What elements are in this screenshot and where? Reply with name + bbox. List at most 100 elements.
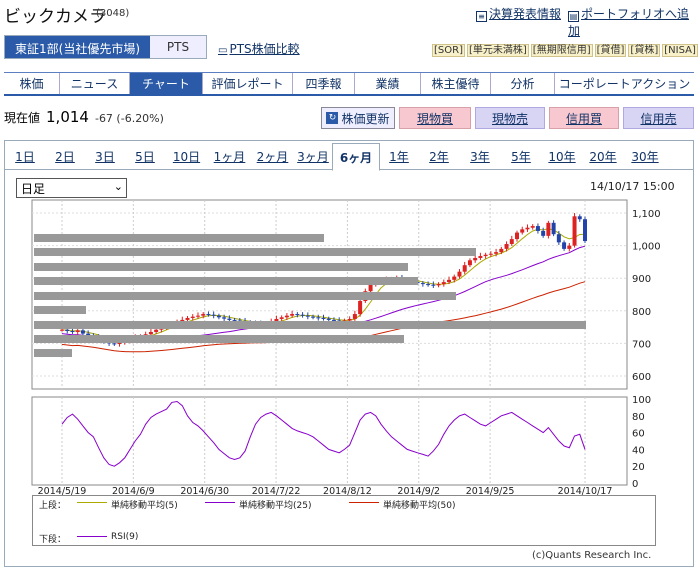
candle-body	[431, 284, 436, 286]
candle-body	[347, 318, 352, 321]
candle-body	[65, 329, 70, 331]
candle-body	[520, 229, 525, 233]
candle-body	[80, 330, 85, 334]
candle-body	[86, 333, 91, 336]
legend-ma5: 単純移動平均(5)	[111, 501, 178, 511]
price-tick-label: 1,100	[632, 209, 661, 220]
candle-body	[567, 245, 572, 249]
candle-body	[112, 343, 117, 345]
candle-body	[572, 216, 577, 246]
candle-body	[494, 252, 499, 254]
legend-rsi-swatch	[77, 536, 107, 537]
candle-body	[300, 314, 305, 316]
candle-body	[227, 318, 232, 320]
candle-body	[515, 232, 520, 240]
candle-body	[211, 314, 216, 316]
candle-body	[509, 239, 514, 244]
candle-body	[232, 319, 237, 321]
redacted-bar	[34, 263, 408, 271]
rsi-plot-area	[31, 396, 628, 486]
legend-ma50: 単純移動平均(50)	[383, 501, 456, 511]
candle-body	[447, 279, 452, 283]
credit: (c)Quants Research Inc.	[532, 550, 652, 561]
candle-body	[321, 317, 326, 319]
rsi-tick-label: 20	[632, 462, 645, 473]
redacted-bar	[34, 277, 418, 285]
redacted-bar	[34, 292, 456, 300]
price-tick-label: 800	[632, 307, 651, 318]
price-tick-label: 700	[632, 339, 651, 350]
candle-body	[206, 314, 211, 316]
candle-body	[75, 330, 80, 332]
candle-body	[216, 315, 221, 318]
candle-body	[290, 314, 295, 316]
candle-body	[368, 284, 373, 292]
candle-body	[436, 284, 441, 286]
price-tick-label: 600	[632, 372, 651, 383]
rsi-tick-label: 40	[632, 445, 645, 456]
candle-body	[546, 222, 551, 236]
legend-ma25: 単純移動平均(25)	[239, 501, 312, 511]
candle-body	[326, 318, 331, 320]
candle-body	[352, 314, 357, 319]
candle-body	[154, 329, 159, 332]
candle-body	[483, 254, 488, 257]
price-tick-label: 900	[632, 274, 651, 285]
candle-body	[530, 226, 535, 228]
legend-rsi: RSI(9)	[111, 532, 139, 542]
price-tick-label: 1,000	[632, 242, 661, 253]
candle-body	[60, 329, 64, 331]
stock-chart: 6007008009001,0001,1002014/5/19 2014/6/9 2…	[31, 199, 661, 497]
candle-body	[185, 317, 190, 320]
chart-legend: 上段： 下段： 単純移動平均(5) 単純移動平均(25) 単純移動平均(50) …	[32, 495, 656, 546]
redacted-bar	[34, 335, 404, 343]
candle-body	[577, 216, 582, 220]
candle-body	[70, 330, 75, 332]
legend-ma50-swatch	[349, 502, 379, 503]
redacted-bar	[34, 234, 324, 242]
rsi-tick-label: 80	[632, 412, 645, 423]
candle-body	[562, 242, 567, 249]
candle-body	[525, 227, 530, 230]
legend-upper-label: 上段：	[39, 501, 67, 511]
candle-body	[201, 314, 206, 316]
candle-body	[274, 318, 279, 322]
candle-body	[420, 283, 425, 285]
candle-body	[148, 331, 153, 335]
candle-body	[426, 284, 431, 286]
candle-body	[190, 316, 195, 318]
candle-body	[556, 234, 561, 243]
candle-body	[504, 243, 509, 249]
legend-ma5-swatch	[77, 502, 107, 503]
candle-body	[452, 276, 457, 280]
rsi-tick-label: 60	[632, 429, 645, 440]
candle-body	[222, 317, 227, 319]
candle-body	[478, 256, 483, 259]
candle-body	[499, 248, 504, 253]
rsi-tick-label: 0	[632, 479, 638, 490]
candle-body	[535, 226, 540, 231]
legend-lower-label: 下段：	[39, 535, 67, 545]
rsi-tick-label: 100	[632, 395, 651, 406]
candle-body	[295, 314, 300, 316]
candle-body	[473, 258, 478, 261]
candle-body	[279, 317, 284, 319]
candle-body	[316, 317, 321, 319]
redacted-bar	[34, 306, 86, 314]
candle-body	[583, 219, 587, 242]
legend-ma25-swatch	[205, 502, 235, 503]
redacted-bar	[34, 321, 586, 329]
candle-body	[488, 253, 493, 255]
candle-body	[467, 260, 472, 266]
candle-body	[358, 301, 363, 315]
candle-body	[441, 282, 446, 285]
candle-body	[541, 230, 546, 236]
candle-body	[284, 315, 289, 318]
candle-body	[462, 265, 467, 272]
candle-body	[551, 222, 556, 235]
candle-body	[457, 271, 462, 277]
redacted-bar	[34, 349, 72, 357]
candle-body	[195, 315, 200, 317]
candle-body	[305, 315, 310, 317]
redacted-bar	[34, 248, 476, 256]
